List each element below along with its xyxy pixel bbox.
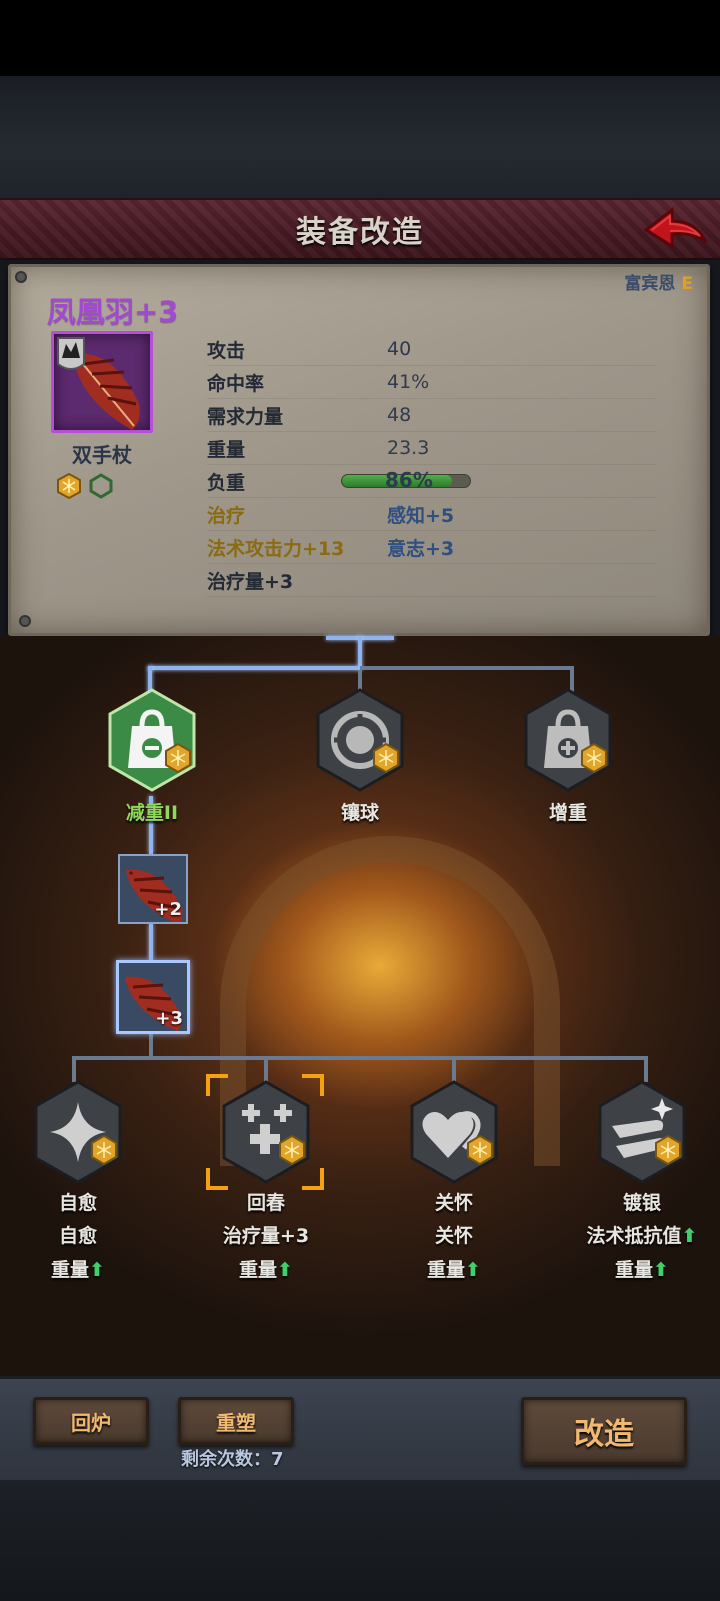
bonus-left: 治疗	[207, 504, 246, 527]
stat-value: 23.3	[387, 437, 430, 459]
tree-line	[149, 1032, 153, 1058]
arrow-up-icon: ⬆	[653, 1259, 669, 1281]
owner-name: 富宾恩	[624, 274, 676, 294]
level-box-selected[interactable]: +3	[116, 960, 190, 1034]
stat-row: 重量 23.3	[207, 432, 657, 465]
bonus-row: 法术攻击力+13 意志+3	[207, 531, 657, 564]
node-effect: 治疗量+3	[222, 1225, 310, 1247]
back-arrow-icon[interactable]	[642, 206, 710, 256]
bonus-row: 治疗量+3	[207, 564, 657, 597]
node-silver-plate[interactable]	[596, 1080, 688, 1184]
owner-label: 富宾恩 E	[624, 269, 693, 294]
top-backdrop	[0, 76, 720, 198]
item-info-panel: 富宾恩 E 凤凰羽+3 双手杖 攻击 40 命中率 41% 需求力量 48 重量…	[8, 264, 710, 636]
arrow-up-icon: ⬆	[465, 1259, 481, 1281]
feather-icon	[57, 337, 140, 430]
weight-label: 重量	[427, 1259, 466, 1281]
tree-line	[72, 1056, 648, 1060]
stat-label: 需求力量	[207, 405, 284, 428]
level-box[interactable]: +2	[118, 854, 188, 924]
arrow-up-icon: ⬆	[277, 1259, 293, 1281]
modify-button[interactable]: 改造	[521, 1397, 687, 1465]
recycle-button[interactable]: 回炉	[33, 1397, 149, 1445]
node-rejuvenate[interactable]	[220, 1080, 312, 1184]
item-type: 双手杖	[72, 443, 132, 467]
rivet	[19, 615, 31, 627]
node-care[interactable]	[408, 1080, 500, 1184]
node-effect: 关怀	[434, 1225, 473, 1247]
stat-row: 命中率 41%	[207, 366, 657, 399]
status-bar-area	[0, 0, 720, 76]
node-weight: 重量⬆	[588, 1255, 696, 1282]
tree-line	[148, 666, 360, 670]
level-label: +2	[154, 899, 182, 920]
stat-label: 攻击	[207, 339, 246, 362]
node-socket-orb[interactable]	[314, 688, 406, 792]
weight-label: 重量	[239, 1259, 278, 1281]
item-name: 凤凰羽+3	[47, 295, 179, 329]
stat-row-load: 负重 86%	[207, 465, 657, 498]
bonus-left: 法术攻击力+13	[207, 537, 345, 560]
page-title: 装备改造	[296, 215, 424, 250]
node-self-heal[interactable]	[32, 1080, 124, 1184]
node-label: 减重II	[125, 802, 179, 824]
stat-row: 攻击 40	[207, 333, 657, 366]
node-effect: 法术抵抗值⬆	[572, 1221, 712, 1248]
reshape-button[interactable]: 重塑	[178, 1397, 294, 1445]
tree-line	[264, 1056, 268, 1082]
stats-list: 攻击 40 命中率 41% 需求力量 48 重量 23.3 负重 86% 治疗 …	[207, 333, 657, 597]
title-bar: 装备改造	[0, 198, 720, 260]
tree-line	[452, 1056, 456, 1082]
tree-line	[149, 924, 153, 960]
gold-gem-slot-icon	[57, 473, 81, 499]
arrow-up-icon: ⬆	[89, 1259, 105, 1281]
stat-value: 40	[387, 338, 412, 360]
node-label: 镀银	[622, 1192, 661, 1214]
node-add-weight[interactable]	[522, 688, 614, 792]
bonus-left: 治疗量+3	[207, 570, 294, 593]
node-label: 关怀	[434, 1192, 473, 1214]
tree-line	[644, 1056, 648, 1082]
arrow-up-icon: ⬆	[681, 1225, 698, 1247]
node-label: 自愈	[58, 1192, 97, 1214]
tree-line	[358, 636, 362, 670]
rivet	[15, 271, 27, 283]
bonus-right: 感知+5	[387, 504, 455, 527]
item-icon[interactable]	[51, 331, 153, 433]
tree-line	[360, 666, 574, 670]
node-label: 增重	[548, 802, 587, 824]
stat-row: 需求力量 48	[207, 399, 657, 432]
owner-grade: E	[681, 274, 693, 294]
stat-value: 41%	[387, 371, 430, 393]
stat-label: 命中率	[207, 372, 265, 395]
level-label: +3	[155, 1008, 183, 1029]
node-effect: 自愈	[58, 1225, 97, 1247]
effect-label: 法术抵抗值	[586, 1225, 682, 1247]
bonus-row: 治疗 感知+5	[207, 498, 657, 531]
upgrade-tree-area: 减重II 镶球 增重 +2 +3 自愈 自愈 重量⬆ 回春 治疗量+3 重量⬆ …	[0, 636, 720, 1376]
stat-value: 48	[387, 404, 412, 426]
node-weight: 重量⬆	[24, 1255, 132, 1282]
bonus-right: 意志+3	[387, 537, 455, 560]
weight-label: 重量	[615, 1259, 654, 1281]
bottom-backdrop	[0, 1480, 720, 1601]
empty-gem-slot-icon	[89, 473, 113, 499]
remaining-count: 剩余次数：7	[181, 1449, 284, 1470]
action-bar: 回炉 重塑 剩余次数：7 改造	[0, 1376, 720, 1480]
node-label: 回春	[246, 1192, 285, 1214]
node-lighten-ii[interactable]	[106, 688, 198, 792]
node-weight: 重量⬆	[212, 1255, 320, 1282]
node-weight: 重量⬆	[400, 1255, 508, 1282]
tree-line	[72, 1056, 76, 1082]
stat-label: 重量	[207, 438, 246, 461]
weight-label: 重量	[51, 1259, 90, 1281]
node-label: 镶球	[340, 802, 379, 824]
load-value: 86%	[385, 468, 433, 492]
